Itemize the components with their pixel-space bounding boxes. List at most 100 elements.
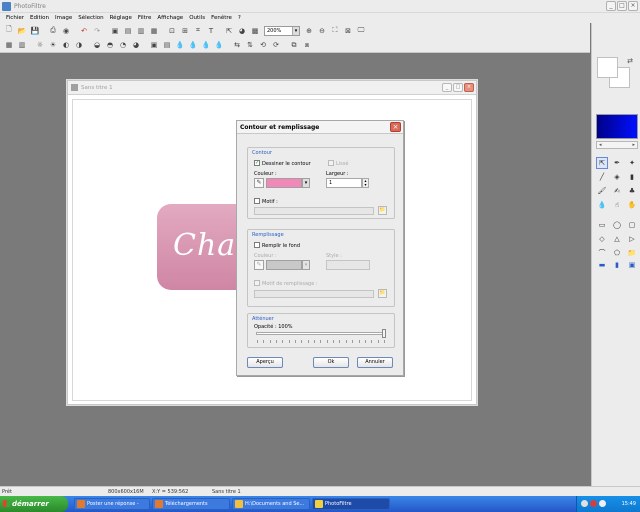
menu-image[interactable]: Image (52, 13, 75, 23)
paste-new-icon[interactable]: ▦ (148, 25, 160, 37)
transform-icon[interactable]: ⇱ (223, 25, 235, 37)
draw-contour-checkbox[interactable]: ✓ (254, 160, 260, 166)
fullscreen-icon[interactable]: 🖵 (355, 25, 367, 37)
rotate-left-icon[interactable]: ⟲ (257, 39, 269, 51)
blur-drop-icon[interactable]: 💧 (596, 199, 608, 211)
select-mode-2-icon[interactable]: ▮ (611, 259, 623, 271)
doc-close-button[interactable]: × (464, 83, 474, 92)
doc-minimize-button[interactable]: _ (442, 83, 452, 92)
tray-icon-3[interactable] (599, 500, 606, 507)
rectangle-shape-icon[interactable]: ▭ (596, 219, 608, 231)
flip-horizontal-icon[interactable]: ⇆ (231, 39, 243, 51)
layers-icon[interactable]: ▩ (249, 25, 261, 37)
zoom-select[interactable]: 200% ▾ (264, 25, 300, 36)
rotate-right-icon[interactable]: ⟳ (270, 39, 282, 51)
fill-motif-path-field[interactable] (254, 290, 374, 298)
fill-eyedropper-icon[interactable]: ✎ (254, 260, 264, 270)
dialog-close-button[interactable]: × (390, 122, 401, 132)
menu-filtre[interactable]: Filtre (135, 13, 155, 23)
menu-outils[interactable]: Outils (186, 13, 208, 23)
ok-button[interactable]: Ok (313, 357, 349, 368)
save-icon[interactable]: 💾 (29, 25, 41, 37)
fit-window-icon[interactable]: ⊠ (342, 25, 354, 37)
gradient-preview[interactable] (596, 114, 638, 139)
smooth-checkbox[interactable] (328, 160, 334, 166)
ellipse-shape-icon[interactable]: ◯ (611, 219, 623, 231)
sepia-icon[interactable]: ▤ (161, 39, 173, 51)
select-mode-1-icon[interactable]: ▬ (596, 259, 608, 271)
scan-icon[interactable]: ◉ (60, 25, 72, 37)
selection-tool-icon[interactable]: ⇱ (596, 157, 608, 169)
redo-icon[interactable]: ↷ (91, 25, 103, 37)
select-mode-3-icon[interactable]: ▣ (626, 259, 638, 271)
auto-level-icon[interactable]: ▦ (3, 39, 15, 51)
paste-layer-icon[interactable]: ⧈ (301, 39, 313, 51)
menu-fenetre[interactable]: Fenêtre (208, 13, 235, 23)
open-folder-icon[interactable]: 📂 (16, 25, 28, 37)
gamma-plus-icon[interactable]: ◕ (130, 39, 142, 51)
advanced-brush-icon[interactable]: ✍ (611, 185, 623, 197)
hand-icon[interactable]: ✋ (626, 199, 638, 211)
chevron-right-icon[interactable]: ▸ (632, 142, 635, 148)
brightness-plus-icon[interactable]: ☀ (47, 39, 59, 51)
stamp-icon[interactable]: ♣ (626, 185, 638, 197)
new-file-icon[interactable]: 🗋 (3, 25, 15, 37)
text-icon[interactable]: T (205, 25, 217, 37)
auto-contrast-icon[interactable]: ▥ (16, 39, 28, 51)
sharpen-more-icon[interactable]: 💧 (213, 39, 225, 51)
line-tool-icon[interactable]: ╱ (596, 171, 608, 183)
gamma-minus-icon[interactable]: ◔ (117, 39, 129, 51)
preview-button[interactable]: Aperçu (247, 357, 283, 368)
cut-icon[interactable]: ▣ (109, 25, 121, 37)
actual-size-icon[interactable]: ⛶ (329, 25, 341, 37)
menu-help[interactable]: ? (235, 13, 244, 23)
document-title-bar[interactable]: Sans titre 1 _ □ × (68, 81, 476, 95)
contrast-minus-icon[interactable]: ◐ (60, 39, 72, 51)
palette-icon[interactable]: ◕ (236, 25, 248, 37)
width-input[interactable]: 1 (326, 178, 362, 188)
brush-icon[interactable]: 🖌 (596, 185, 608, 197)
menu-affichage[interactable]: Affichage (154, 13, 186, 23)
flip-vertical-icon[interactable]: ⇅ (244, 39, 256, 51)
undo-icon[interactable]: ↶ (78, 25, 90, 37)
start-button[interactable]: démarrer (0, 496, 68, 512)
triangle-shape-icon[interactable]: △ (611, 233, 623, 245)
crop-icon[interactable]: ⌗ (192, 25, 204, 37)
copy-icon[interactable]: ▤ (122, 25, 134, 37)
spray-icon[interactable]: ▮ (626, 171, 638, 183)
grayscale-icon[interactable]: ▣ (148, 39, 160, 51)
menu-reglage[interactable]: Réglage (107, 13, 135, 23)
close-button[interactable]: × (628, 1, 638, 11)
folder-shape-icon[interactable]: 📁 (626, 247, 638, 259)
foreground-color-swatch[interactable] (597, 57, 618, 78)
task-documents-folder[interactable]: H:\Documents and Se... (232, 498, 310, 510)
doc-maximize-button[interactable]: □ (453, 83, 463, 92)
chevron-left-icon[interactable]: ◂ (599, 142, 602, 148)
opacity-slider-thumb[interactable] (382, 329, 386, 338)
lasso-icon[interactable]: ⌒ (596, 247, 608, 259)
smudge-icon[interactable]: ☝ (611, 199, 623, 211)
swap-colors-icon[interactable]: ⇄ (627, 57, 633, 65)
canvas-size-icon[interactable]: ⊞ (179, 25, 191, 37)
maximize-button[interactable]: □ (617, 1, 627, 11)
opacity-slider-track[interactable] (256, 332, 384, 335)
menu-edition[interactable]: Edition (27, 13, 52, 23)
contour-color-dropdown[interactable]: ▾ (302, 178, 310, 188)
rounded-rect-shape-icon[interactable]: ▢ (626, 219, 638, 231)
dialog-title-bar[interactable]: Contour et remplissage × (237, 121, 403, 134)
fill-folder-icon[interactable]: 📁 (378, 289, 387, 298)
copy-layer-icon[interactable]: ⧉ (288, 39, 300, 51)
fill-color-dropdown[interactable]: ▾ (302, 260, 310, 270)
sharpen-icon[interactable]: 💧 (187, 39, 199, 51)
task-telechargements[interactable]: Téléchargements (152, 498, 230, 510)
contour-color-swatch[interactable] (266, 178, 302, 188)
arrow-shape-icon[interactable]: ▷ (626, 233, 638, 245)
cancel-button[interactable]: Annuler (357, 357, 393, 368)
eyedropper-icon[interactable]: ✎ (254, 178, 264, 188)
fill-background-checkbox[interactable] (254, 242, 260, 248)
motif-path-field[interactable] (254, 207, 374, 215)
tray-icon-2[interactable] (590, 500, 597, 507)
fill-color-swatch[interactable] (266, 260, 302, 270)
print-icon[interactable]: ⎙ (47, 25, 59, 37)
zoom-out-icon[interactable]: ⊖ (316, 25, 328, 37)
